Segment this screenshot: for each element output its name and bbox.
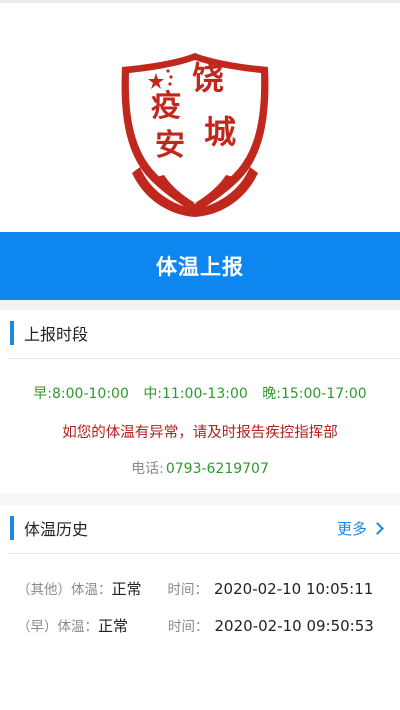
record-time: 2020-02-10 09:50:53 xyxy=(214,617,374,635)
history-header: 体温历史 更多 xyxy=(0,505,400,551)
record-kind: （其他） xyxy=(17,582,71,598)
report-period-title: 上报时段 xyxy=(24,325,89,344)
top-border xyxy=(0,0,400,3)
period-noon: 中:11:00-13:00 xyxy=(143,386,248,402)
emblem-char-rao: 饶 xyxy=(192,59,224,97)
report-period-header: 上报时段 xyxy=(0,310,400,356)
page-banner-title: 体温上报 xyxy=(0,232,400,300)
record-kind: （早） xyxy=(17,619,58,635)
period-morning: 早:8:00-10:00 xyxy=(33,386,129,402)
phone-label: 电话: xyxy=(131,461,164,477)
emblem-char-cheng: 城 xyxy=(204,113,236,151)
temp-status: 正常 xyxy=(98,617,129,635)
more-label: 更多 xyxy=(336,519,367,538)
divider xyxy=(8,553,400,554)
report-periods: 早:8:00-10:00 中:11:00-13:00 晚:15:00-17:00 xyxy=(0,383,400,403)
section-gap xyxy=(0,493,400,505)
abnormal-notice: 如您的体温有异常，请及时报告疾控指挥部 xyxy=(62,425,338,441)
history-title: 体温历史 xyxy=(24,520,89,539)
header-area: 饶 城 疫 安 xyxy=(0,4,400,230)
section-accent-bar xyxy=(10,516,14,540)
divider xyxy=(8,358,400,359)
more-history-link[interactable]: 更多 xyxy=(336,518,384,539)
hotline: 电话: 0793-6219707 xyxy=(0,458,400,478)
time-label: 时间： xyxy=(167,582,209,598)
section-accent-bar xyxy=(10,321,14,345)
section-gap xyxy=(0,300,400,310)
phone-number-link[interactable]: 0793-6219707 xyxy=(166,461,269,477)
history-record[interactable]: （早） 体温： 正常 时间： 2020-02-10 09:50:53 xyxy=(17,615,397,636)
shield-logo-icon: 饶 城 疫 安 xyxy=(121,53,269,217)
period-evening: 晚:15:00-17:00 xyxy=(262,386,367,402)
temp-label: 体温： xyxy=(71,582,112,598)
temp-status: 正常 xyxy=(111,580,142,598)
temp-label: 体温： xyxy=(57,619,99,635)
time-label: 时间： xyxy=(168,619,209,635)
record-time: 2020-02-10 10:05:11 xyxy=(214,580,374,598)
emblem-char-an: 安 xyxy=(155,128,185,163)
emblem-char-yi: 疫 xyxy=(151,89,181,124)
chevron-right-icon xyxy=(371,521,384,535)
history-record[interactable]: （其他） 体温： 正常 时间： 2020-02-10 10:05:11 xyxy=(17,578,397,599)
